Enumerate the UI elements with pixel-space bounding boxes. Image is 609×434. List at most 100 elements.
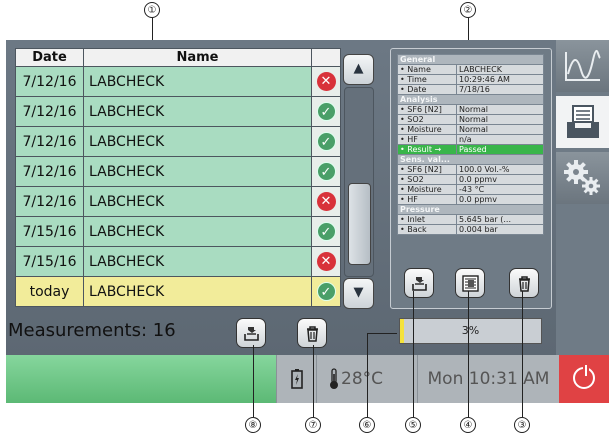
delete-measurement-button[interactable]: [509, 268, 539, 298]
trash-icon: [519, 276, 530, 292]
table-row[interactable]: 7/15/16 LABCHECK ✓: [15, 216, 341, 247]
detail-row: • Back 0.004 bar: [397, 224, 544, 235]
tray-list-icon: [567, 105, 599, 138]
row-date: 7/12/16: [15, 126, 84, 157]
check-icon: ✓: [316, 222, 336, 241]
table-scrollbar[interactable]: ▲ ▼: [341, 54, 375, 309]
detail-value: n/a: [456, 134, 544, 145]
callout-6-leader-h: [367, 333, 397, 334]
detail-section-title: Pressure: [397, 204, 544, 215]
row-date: 7/12/16: [15, 96, 84, 127]
detail-section-title: General: [397, 54, 544, 65]
detail-row: • Time 10:29:46 AM: [397, 74, 544, 85]
detail-section-header: Sens. val...: [397, 154, 544, 165]
detail-row: • Inlet 5.645 bar (...: [397, 214, 544, 225]
table-row[interactable]: 7/12/16 LABCHECK ✕: [15, 186, 341, 217]
check-icon: ✓: [316, 102, 336, 121]
power-icon: [573, 365, 595, 389]
detail-row: • Moisture -43 °C: [397, 184, 544, 195]
cross-icon: ✕: [316, 192, 336, 211]
export-measurement-button[interactable]: [404, 268, 434, 298]
report-icon: [462, 275, 479, 292]
export-all-button[interactable]: [236, 318, 266, 348]
tab-settings[interactable]: [556, 152, 609, 204]
tray-export-icon: [412, 277, 427, 291]
callout-5: ⑤: [405, 417, 421, 433]
detail-key: • SF6 [N2]: [397, 164, 457, 175]
row-date: today: [15, 276, 84, 307]
row-name: LABCHECK: [83, 66, 312, 97]
datetime-value: Mon 10:31 AM: [427, 369, 550, 389]
table-row[interactable]: 7/12/16 LABCHECK ✓: [15, 96, 341, 127]
scroll-down-button[interactable]: ▼: [343, 278, 374, 309]
row-date: 7/15/16: [15, 246, 84, 277]
row-date: 7/12/16: [15, 66, 84, 97]
table-row[interactable]: today LABCHECK ✓: [15, 276, 341, 307]
detail-key: • Result →: [397, 144, 457, 155]
row-date: 7/15/16: [15, 216, 84, 247]
cross-icon: ✕: [316, 252, 336, 271]
detail-key: • Back: [397, 224, 457, 235]
measurement-detail-table: General • Name LABCHECK • Time 10:29:46 AM • …: [397, 54, 544, 235]
detail-row: • Name LABCHECK: [397, 64, 544, 75]
callout-7-leader: [313, 345, 314, 417]
tab-measurements[interactable]: [556, 96, 609, 148]
detail-value: Normal: [456, 124, 544, 135]
callout-7: ⑦: [305, 417, 321, 433]
detail-row: • Moisture Normal: [397, 124, 544, 135]
detail-section-header: Pressure: [397, 204, 544, 215]
detail-key: • Time: [397, 74, 457, 85]
detail-value: 5.645 bar (...: [456, 214, 544, 225]
tab-graph[interactable]: [556, 40, 609, 92]
thermometer-icon: [330, 368, 338, 389]
measurement-panel: Date Name 7/12/16 LABCHECK ✕ 7/12/16 LABCHEC…: [6, 40, 556, 355]
column-header-date: Date: [15, 48, 84, 67]
row-status: ✓: [311, 126, 341, 157]
detail-section-header: Analysis: [397, 94, 544, 105]
table-row[interactable]: 7/12/16 LABCHECK ✓: [15, 156, 341, 187]
detail-section-title: Analysis: [397, 94, 544, 105]
callout-8-leader: [253, 345, 254, 417]
detail-value: 0.0 ppmv: [456, 174, 544, 185]
detail-row: • SF6 [N2] Normal: [397, 104, 544, 115]
detail-row: • Result → Passed: [397, 144, 544, 155]
detail-section-header: General: [397, 54, 544, 65]
row-status: ✕: [311, 66, 341, 97]
detail-key: • HF: [397, 194, 457, 205]
row-name: LABCHECK: [83, 156, 312, 187]
power-button[interactable]: [559, 355, 609, 403]
scroll-up-button[interactable]: ▲: [343, 54, 374, 85]
progress-label: 3%: [461, 324, 480, 337]
detail-row: • HF 0.0 ppmv: [397, 194, 544, 205]
detail-key: • HF: [397, 134, 457, 145]
datetime-status: Mon 10:31 AM: [417, 355, 559, 403]
detail-key: • Moisture: [397, 124, 457, 135]
check-icon: ✓: [316, 132, 336, 151]
check-icon: ✓: [316, 282, 336, 301]
battery-icon: [291, 369, 303, 389]
detail-section-title: Sens. val...: [397, 154, 544, 165]
measurement-table: Date Name 7/12/16 LABCHECK ✕ 7/12/16 LABCHEC…: [15, 48, 341, 307]
detail-value: LABCHECK: [456, 64, 544, 75]
table-row[interactable]: 7/12/16 LABCHECK ✓: [15, 126, 341, 157]
detail-value: 100.0 Vol.-%: [456, 164, 544, 175]
detail-row: • SF6 [N2] 100.0 Vol.-%: [397, 164, 544, 175]
row-date: 7/12/16: [15, 156, 84, 187]
table-row[interactable]: 7/15/16 LABCHECK ✕: [15, 246, 341, 277]
delete-all-button[interactable]: [297, 318, 327, 348]
detail-key: • Date: [397, 84, 457, 95]
row-name: LABCHECK: [83, 216, 312, 247]
callout-2: ②: [460, 2, 476, 18]
report-button[interactable]: [455, 268, 485, 298]
measurements-count: Measurements: 16: [8, 320, 176, 341]
status-bar-green-area: [6, 355, 276, 403]
callout-5-leader: [413, 291, 414, 417]
scroll-thumb[interactable]: [348, 183, 371, 265]
callout-6-leader: [367, 333, 368, 417]
detail-value: Passed: [456, 144, 544, 155]
status-bar: 28°C Mon 10:31 AM: [6, 355, 609, 403]
scroll-track[interactable]: [344, 87, 374, 277]
column-header-name: Name: [83, 48, 312, 67]
table-row[interactable]: 7/12/16 LABCHECK ✕: [15, 66, 341, 97]
detail-key: • Name: [397, 64, 457, 75]
